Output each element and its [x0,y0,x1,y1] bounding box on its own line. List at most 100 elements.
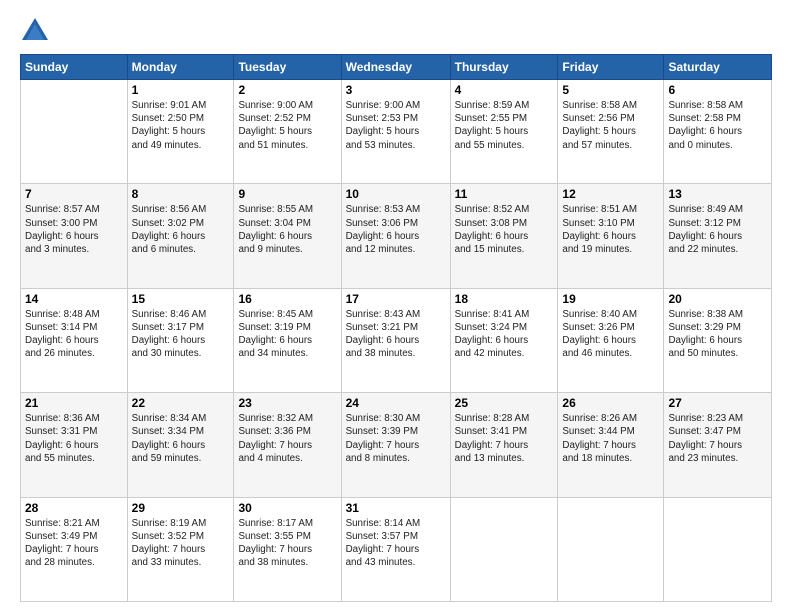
day-info: Sunrise: 8:48 AM Sunset: 3:14 PM Dayligh… [25,308,123,361]
day-number: 21 [25,396,123,410]
day-number: 9 [238,187,336,201]
day-number: 4 [455,83,554,97]
day-info: Sunrise: 9:00 AM Sunset: 2:53 PM Dayligh… [346,99,446,152]
day-info: Sunrise: 8:46 AM Sunset: 3:17 PM Dayligh… [132,308,230,361]
day-info: Sunrise: 8:52 AM Sunset: 3:08 PM Dayligh… [455,203,554,256]
logo-icon [20,16,50,46]
col-tuesday: Tuesday [234,55,341,80]
day-number: 30 [238,501,336,515]
day-cell: 16Sunrise: 8:45 AM Sunset: 3:19 PM Dayli… [234,288,341,392]
day-cell: 23Sunrise: 8:32 AM Sunset: 3:36 PM Dayli… [234,393,341,497]
day-info: Sunrise: 8:49 AM Sunset: 3:12 PM Dayligh… [668,203,767,256]
day-number: 18 [455,292,554,306]
day-info: Sunrise: 8:26 AM Sunset: 3:44 PM Dayligh… [562,412,659,465]
day-info: Sunrise: 8:58 AM Sunset: 2:58 PM Dayligh… [668,99,767,152]
day-cell [558,497,664,601]
day-number: 12 [562,187,659,201]
page: Sunday Monday Tuesday Wednesday Thursday… [0,0,792,612]
day-cell: 30Sunrise: 8:17 AM Sunset: 3:55 PM Dayli… [234,497,341,601]
day-info: Sunrise: 8:56 AM Sunset: 3:02 PM Dayligh… [132,203,230,256]
day-info: Sunrise: 8:57 AM Sunset: 3:00 PM Dayligh… [25,203,123,256]
day-cell: 5 Sunrise: 8:58 AM Sunset: 2:56 PM Daylig… [558,80,664,184]
day-cell: 12 Sunrise: 8:51 AM Sunset: 3:10 PM Dayli… [558,184,664,288]
week-row-0: 1Sunrise: 9:01 AM Sunset: 2:50 PM Daylig… [21,80,772,184]
day-cell: 6 Sunrise: 8:58 AM Sunset: 2:58 PM Daylig… [664,80,772,184]
day-number: 10 [346,187,446,201]
day-cell: 3 Sunrise: 9:00 AM Sunset: 2:53 PM Daylig… [341,80,450,184]
day-info: Sunrise: 8:36 AM Sunset: 3:31 PM Dayligh… [25,412,123,465]
day-info: Sunrise: 8:28 AM Sunset: 3:41 PM Dayligh… [455,412,554,465]
day-info: Sunrise: 8:51 AM Sunset: 3:10 PM Dayligh… [562,203,659,256]
header-row: Sunday Monday Tuesday Wednesday Thursday… [21,55,772,80]
day-number: 3 [346,83,446,97]
day-info: Sunrise: 9:00 AM Sunset: 2:52 PM Dayligh… [238,99,336,152]
day-info: Sunrise: 8:21 AM Sunset: 3:49 PM Dayligh… [25,517,123,570]
day-cell: 21 Sunrise: 8:36 AM Sunset: 3:31 PM Dayli… [21,393,128,497]
day-number: 2 [238,83,336,97]
day-number: 13 [668,187,767,201]
day-cell: 14 Sunrise: 8:48 AM Sunset: 3:14 PM Dayli… [21,288,128,392]
day-number: 27 [668,396,767,410]
col-monday: Monday [127,55,234,80]
day-number: 24 [346,396,446,410]
day-cell [21,80,128,184]
day-number: 16 [238,292,336,306]
day-cell: 9 Sunrise: 8:55 AM Sunset: 3:04 PM Daylig… [234,184,341,288]
col-sunday: Sunday [21,55,128,80]
day-number: 25 [455,396,554,410]
day-info: Sunrise: 8:43 AM Sunset: 3:21 PM Dayligh… [346,308,446,361]
day-number: 20 [668,292,767,306]
week-row-2: 14 Sunrise: 8:48 AM Sunset: 3:14 PM Dayli… [21,288,772,392]
day-cell: 13 Sunrise: 8:49 AM Sunset: 3:12 PM Dayli… [664,184,772,288]
col-wednesday: Wednesday [341,55,450,80]
day-info: Sunrise: 8:59 AM Sunset: 2:55 PM Dayligh… [455,99,554,152]
day-cell: 25 Sunrise: 8:28 AM Sunset: 3:41 PM Dayli… [450,393,558,497]
week-row-3: 21 Sunrise: 8:36 AM Sunset: 3:31 PM Dayli… [21,393,772,497]
day-info: Sunrise: 8:32 AM Sunset: 3:36 PM Dayligh… [238,412,336,465]
day-info: Sunrise: 8:58 AM Sunset: 2:56 PM Dayligh… [562,99,659,152]
col-saturday: Saturday [664,55,772,80]
day-cell: 7 Sunrise: 8:57 AM Sunset: 3:00 PM Daylig… [21,184,128,288]
day-cell: 8 Sunrise: 8:56 AM Sunset: 3:02 PM Daylig… [127,184,234,288]
week-row-4: 28Sunrise: 8:21 AM Sunset: 3:49 PM Dayli… [21,497,772,601]
day-cell: 15 Sunrise: 8:46 AM Sunset: 3:17 PM Dayli… [127,288,234,392]
day-cell: 27 Sunrise: 8:23 AM Sunset: 3:47 PM Dayli… [664,393,772,497]
day-cell [664,497,772,601]
day-number: 17 [346,292,446,306]
day-info: Sunrise: 8:38 AM Sunset: 3:29 PM Dayligh… [668,308,767,361]
day-cell [450,497,558,601]
col-thursday: Thursday [450,55,558,80]
day-cell: 18 Sunrise: 8:41 AM Sunset: 3:24 PM Dayli… [450,288,558,392]
day-number: 11 [455,187,554,201]
col-friday: Friday [558,55,664,80]
day-cell: 29Sunrise: 8:19 AM Sunset: 3:52 PM Dayli… [127,497,234,601]
day-cell: 31 Sunrise: 8:14 AM Sunset: 3:57 PM Dayli… [341,497,450,601]
day-info: Sunrise: 8:53 AM Sunset: 3:06 PM Dayligh… [346,203,446,256]
day-cell: 10 Sunrise: 8:53 AM Sunset: 3:06 PM Dayli… [341,184,450,288]
day-number: 5 [562,83,659,97]
day-cell: 22 Sunrise: 8:34 AM Sunset: 3:34 PM Dayli… [127,393,234,497]
day-number: 15 [132,292,230,306]
day-info: Sunrise: 8:55 AM Sunset: 3:04 PM Dayligh… [238,203,336,256]
day-number: 14 [25,292,123,306]
day-number: 8 [132,187,230,201]
logo [20,16,54,46]
day-number: 22 [132,396,230,410]
day-number: 19 [562,292,659,306]
day-number: 7 [25,187,123,201]
day-number: 6 [668,83,767,97]
day-cell: 24Sunrise: 8:30 AM Sunset: 3:39 PM Dayli… [341,393,450,497]
day-cell: 17 Sunrise: 8:43 AM Sunset: 3:21 PM Dayli… [341,288,450,392]
day-cell: 20 Sunrise: 8:38 AM Sunset: 3:29 PM Dayli… [664,288,772,392]
day-cell: 4 Sunrise: 8:59 AM Sunset: 2:55 PM Daylig… [450,80,558,184]
day-info: Sunrise: 8:34 AM Sunset: 3:34 PM Dayligh… [132,412,230,465]
day-cell: 2 Sunrise: 9:00 AM Sunset: 2:52 PM Daylig… [234,80,341,184]
header [20,16,772,46]
day-info: Sunrise: 8:40 AM Sunset: 3:26 PM Dayligh… [562,308,659,361]
day-number: 31 [346,501,446,515]
day-info: Sunrise: 8:41 AM Sunset: 3:24 PM Dayligh… [455,308,554,361]
day-info: Sunrise: 8:14 AM Sunset: 3:57 PM Dayligh… [346,517,446,570]
day-info: Sunrise: 8:23 AM Sunset: 3:47 PM Dayligh… [668,412,767,465]
day-info: Sunrise: 8:19 AM Sunset: 3:52 PM Dayligh… [132,517,230,570]
day-cell: 11 Sunrise: 8:52 AM Sunset: 3:08 PM Dayli… [450,184,558,288]
